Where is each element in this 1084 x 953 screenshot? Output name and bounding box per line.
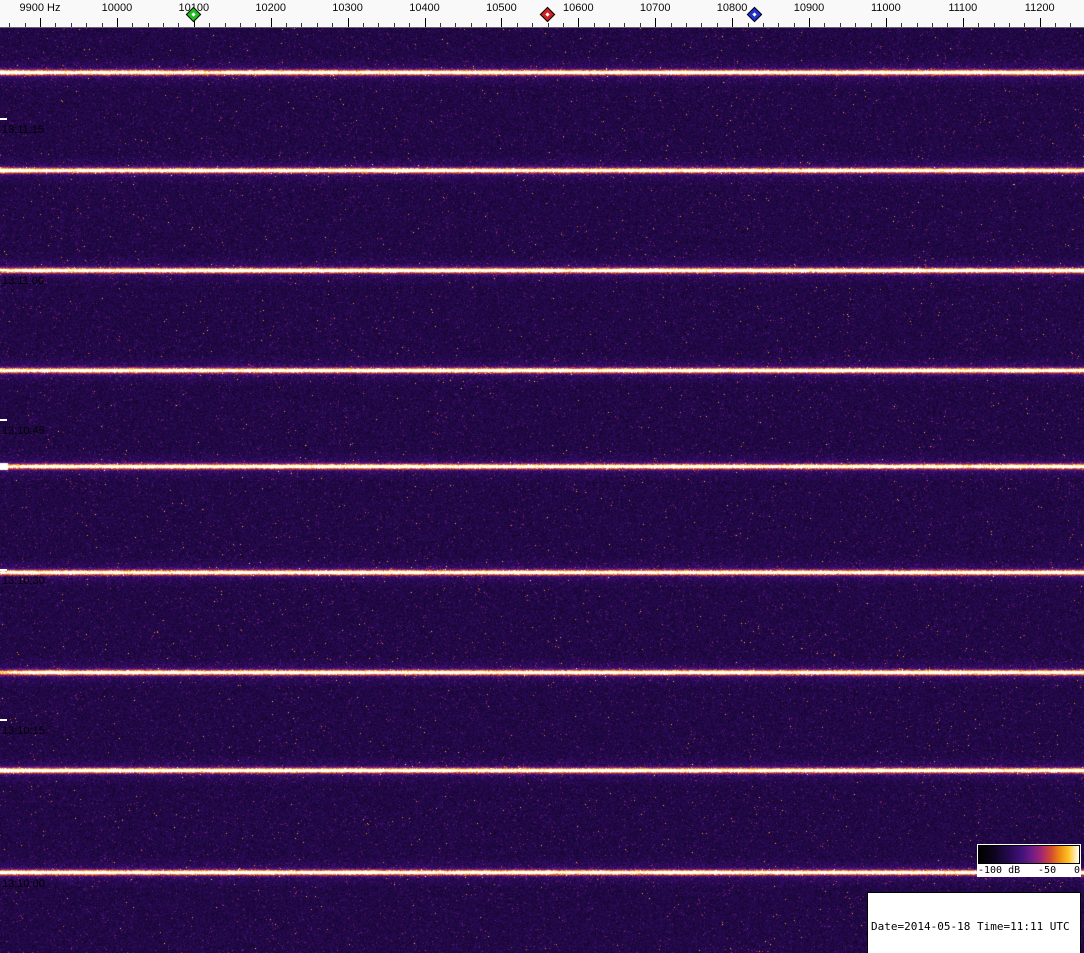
ruler-minor-tick [747, 23, 749, 27]
ruler-minor-tick [486, 23, 487, 27]
marker-blue-diamond-icon[interactable] [746, 6, 763, 23]
ruler-minor-tick [332, 23, 334, 27]
ruler-major-tick [655, 18, 657, 27]
ruler-minor-tick [824, 23, 826, 27]
waterfall-display[interactable] [0, 28, 1084, 953]
ruler-minor-tick [9, 23, 11, 27]
ruler-minor-tick [609, 23, 610, 27]
ruler-minor-tick [209, 23, 211, 27]
ruler-label: 10800 [716, 2, 748, 14]
ruler-minor-tick [24, 23, 26, 27]
ruler-major-tick [270, 18, 272, 27]
ruler-minor-tick [685, 23, 687, 27]
ruler-minor-tick [778, 23, 780, 27]
ruler-label: 10400 [409, 2, 440, 14]
ruler-minor-tick [101, 23, 103, 27]
marker-red-diamond-icon[interactable] [539, 6, 555, 23]
ruler-label: 10600 [563, 2, 594, 14]
ruler-label: 10900 [793, 2, 825, 14]
ruler-major-tick [885, 18, 887, 27]
colorbar-min-label: -100 dB [978, 865, 1021, 876]
ruler-minor-tick [978, 23, 980, 27]
colorbar-mid-label: -50 [1038, 865, 1057, 876]
ruler-minor-tick [316, 23, 318, 27]
ruler-minor-tick [624, 23, 626, 27]
ruler-minor-tick [409, 23, 411, 27]
ruler-minor-tick [855, 23, 857, 27]
ruler-minor-tick [239, 23, 241, 27]
ruler-minor-tick [701, 23, 703, 27]
waterfall-spectrogram-window: 9900 Hz100001010010200103001040010500106… [0, 0, 1084, 953]
ruler-label: 10200 [255, 2, 286, 14]
ruler-minor-tick [255, 23, 257, 27]
ruler-label: 11000 [871, 2, 901, 14]
ruler-minor-tick [916, 23, 918, 27]
ruler-minor-tick [86, 23, 88, 27]
ruler-minor-tick [716, 23, 718, 27]
ruler-minor-tick [70, 23, 72, 27]
ruler-minor-tick [224, 23, 226, 27]
ruler-minor-tick [363, 23, 364, 27]
ruler-major-tick [732, 18, 734, 27]
colorbar-gradient [978, 845, 1080, 864]
ruler-minor-tick [547, 23, 549, 27]
ruler-minor-tick [993, 23, 995, 27]
colorbar-labels: -100 dB -50 0 [978, 864, 1080, 876]
ruler-minor-tick [455, 23, 457, 27]
ruler-minor-tick [163, 23, 164, 27]
ruler-minor-tick [593, 23, 595, 27]
ruler-minor-tick [762, 23, 764, 27]
ruler-label: 10300 [332, 2, 363, 14]
ruler-major-tick [347, 18, 349, 27]
ruler-label: 10500 [486, 2, 517, 14]
ruler-label: 9900 Hz [19, 2, 61, 14]
amplitude-colorbar: -100 dB -50 0 [977, 844, 1081, 877]
ruler-minor-tick [670, 23, 672, 27]
ruler-minor-tick [1070, 23, 1072, 27]
ruler-minor-tick [839, 23, 841, 27]
ruler-minor-tick [932, 23, 933, 27]
ruler-minor-tick [378, 23, 380, 27]
ruler-major-tick [962, 18, 964, 27]
ruler-minor-tick [639, 23, 641, 27]
ruler-major-tick [1039, 18, 1041, 27]
frequency-ruler[interactable]: 9900 Hz100001010010200103001040010500106… [0, 0, 1084, 28]
ruler-major-tick [578, 18, 580, 27]
ruler-major-tick [424, 18, 426, 27]
ruler-minor-tick [470, 23, 472, 27]
ruler-minor-tick [1024, 23, 1026, 27]
ruler-minor-tick [901, 23, 903, 27]
ruler-minor-tick [562, 23, 564, 27]
ruler-minor-tick [178, 23, 180, 27]
ruler-minor-tick [147, 23, 149, 27]
ruler-minor-tick [286, 23, 288, 27]
ruler-minor-tick [393, 23, 395, 27]
ruler-minor-tick [1055, 23, 1057, 27]
ruler-minor-tick [793, 23, 795, 27]
info-box: Date=2014-05-18 Time=11:11 UTC Freq=143 … [867, 892, 1081, 953]
marker-center-dot [191, 12, 196, 17]
ruler-label: 11200 [1024, 2, 1055, 14]
ruler-minor-tick [532, 23, 534, 27]
ruler-minor-tick [516, 23, 518, 27]
ruler-minor-tick [439, 23, 441, 27]
colorbar-max-label: 0 [1073, 865, 1080, 876]
ruler-label: 11100 [948, 2, 978, 14]
ruler-major-tick [501, 18, 503, 27]
ruler-major-tick [116, 18, 118, 27]
marker-center-dot [544, 12, 550, 17]
ruler-label: 10000 [101, 2, 133, 14]
ruler-minor-tick [301, 23, 303, 27]
ruler-label: 10700 [639, 2, 671, 14]
ruler-minor-tick [55, 23, 57, 27]
marker-center-dot [752, 12, 757, 17]
ruler-minor-tick [947, 23, 949, 27]
ruler-minor-tick [132, 23, 134, 27]
ruler-minor-tick [870, 23, 872, 27]
ruler-major-tick [809, 18, 810, 27]
info-line-date: Date=2014-05-18 Time=11:11 UTC [871, 920, 1070, 933]
ruler-minor-tick [1008, 23, 1010, 27]
ruler-major-tick [40, 18, 41, 27]
